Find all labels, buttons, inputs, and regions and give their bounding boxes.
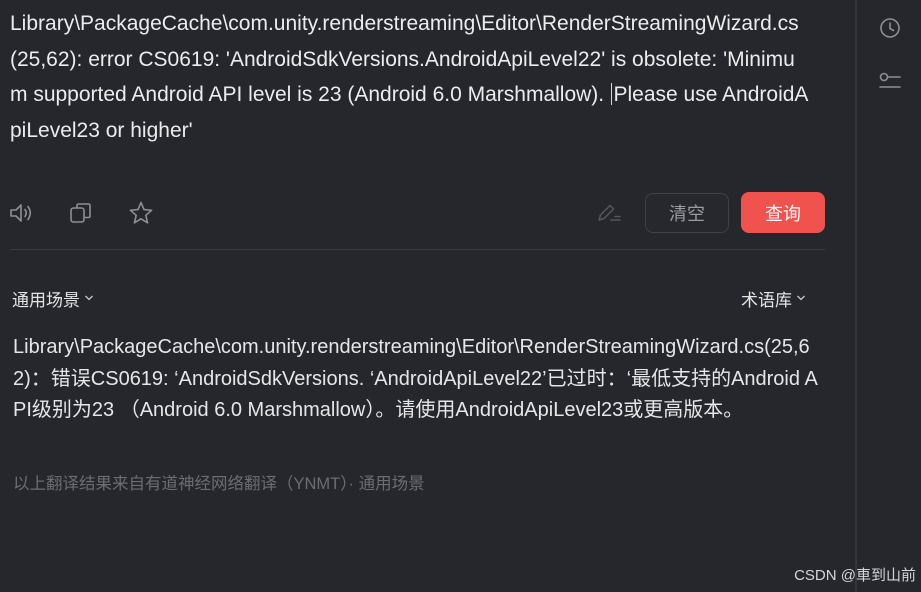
copy-icon[interactable] xyxy=(68,199,94,227)
source-text-area[interactable]: Library\PackageCache\com.unity.renderstr… xyxy=(10,6,810,148)
divider xyxy=(10,249,825,250)
scene-dropdown[interactable]: 通用场景 xyxy=(12,286,94,310)
translation-panel: Library\PackageCache\com.unity.renderstr… xyxy=(0,0,855,592)
termbase-dropdown[interactable]: 术语库 xyxy=(741,286,806,310)
termbase-label: 术语库 xyxy=(741,290,792,310)
translation-result: Library\PackageCache\com.unity.renderstr… xyxy=(13,336,818,421)
speaker-icon[interactable] xyxy=(8,199,34,227)
right-sidebar xyxy=(855,0,921,592)
star-icon[interactable] xyxy=(128,199,154,227)
slider-settings-icon[interactable] xyxy=(877,68,903,94)
history-clock-icon[interactable] xyxy=(877,15,903,41)
clear-button[interactable]: 清空 xyxy=(645,193,729,233)
csdn-watermark: CSDN @車到山前 xyxy=(794,567,916,584)
edit-icon[interactable] xyxy=(596,199,622,227)
scene-label: 通用场景 xyxy=(12,290,80,310)
translation-attribution: 以上翻译结果来自有道神经网络翻译（YNMT）· 通用场景 xyxy=(13,475,425,493)
chevron-down-icon xyxy=(85,295,93,301)
chevron-down-icon xyxy=(797,295,805,301)
query-button[interactable]: 查询 xyxy=(741,192,825,233)
